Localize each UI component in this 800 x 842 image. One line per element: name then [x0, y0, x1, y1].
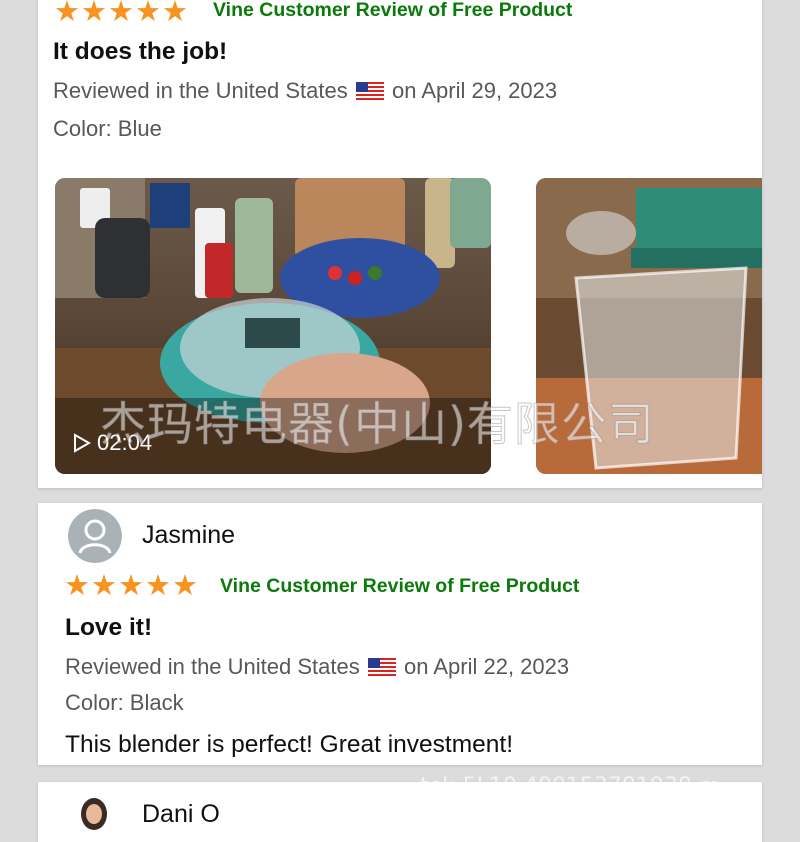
review-title[interactable]: Love it! [65, 614, 152, 642]
star-rating: ★ ★ ★ ★ ★ [64, 571, 198, 600]
star-icon: ★ [81, 0, 107, 28]
review-date-suffix: on April 22, 2023 [403, 654, 570, 679]
star-icon: ★ [118, 568, 144, 602]
star-icon: ★ [172, 568, 198, 602]
star-icon: ★ [91, 568, 117, 602]
user-avatar-image [74, 792, 114, 832]
avatar[interactable] [74, 792, 114, 832]
reviewer-name[interactable]: Jasmine [142, 521, 235, 550]
us-flag-icon [355, 82, 384, 100]
watermark-phone: tel: 5L10 400153781938 m [420, 774, 721, 799]
review-date: Reviewed in the United States on April 2… [65, 654, 569, 680]
review-date-prefix: Reviewed in the United States [53, 78, 348, 103]
review-body: This blender is perfect! Great investmen… [65, 731, 513, 758]
star-icon: ★ [108, 0, 134, 28]
product-variant: Color: Blue [53, 116, 162, 141]
avatar[interactable] [68, 509, 122, 563]
reviewer-name[interactable]: Dani O [142, 800, 220, 829]
review-date: Reviewed in the United States on April 2… [53, 78, 557, 104]
star-icon: ★ [145, 568, 171, 602]
vine-badge: Vine Customer Review of Free Product [213, 0, 573, 21]
vine-badge: Vine Customer Review of Free Product [220, 575, 580, 597]
product-variant: Color: Black [65, 690, 184, 715]
play-icon[interactable] [73, 433, 91, 453]
star-icon: ★ [135, 0, 161, 28]
star-icon: ★ [54, 0, 80, 28]
star-rating: ★ ★ ★ ★ ★ [54, 0, 188, 26]
star-icon: ★ [64, 568, 90, 602]
star-icon: ★ [162, 0, 188, 28]
user-icon [68, 509, 122, 563]
review-title[interactable]: It does the job! [53, 38, 227, 66]
review-card-2: Jasmine ★ ★ ★ ★ ★ Vine Customer Review o… [38, 503, 762, 765]
watermark-text: 杰玛特电器(中山)有限公司 [100, 397, 655, 452]
review-date-suffix: on April 29, 2023 [391, 78, 558, 103]
review-date-prefix: Reviewed in the United States [65, 654, 360, 679]
us-flag-icon [367, 658, 396, 676]
